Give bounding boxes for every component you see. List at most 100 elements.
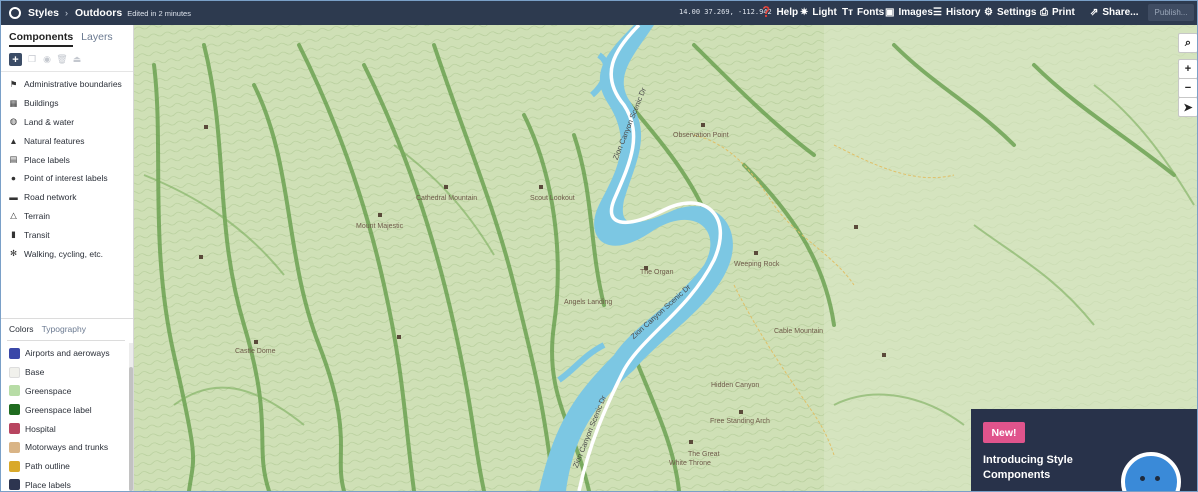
zoom-in-button[interactable]: +: [1178, 59, 1197, 79]
fonts-button[interactable]: Tт Fonts: [842, 7, 884, 18]
place-label-icon: ▤: [9, 154, 18, 165]
tab-typography[interactable]: Typography: [42, 324, 86, 334]
sidebar: Components Layers + ❐ ◉ 🗑 ⏏ ⚑ Administra…: [1, 25, 134, 491]
zoom-out-button[interactable]: −: [1178, 78, 1197, 98]
map-label[interactable]: Observation Point: [673, 132, 729, 139]
map-label[interactable]: The Great: [688, 451, 720, 458]
mascot-eye: [1140, 476, 1145, 481]
search-icon: ⌕: [1184, 36, 1192, 49]
settings-button[interactable]: ⚙ Settings: [984, 7, 1036, 18]
question-circle-icon: ❓: [760, 7, 773, 18]
color-swatch[interactable]: [9, 441, 20, 453]
color-swatch[interactable]: [9, 460, 20, 472]
printer-icon: ⎙: [1040, 7, 1048, 18]
color-item[interactable]: Greenspace: [1, 382, 129, 401]
color-label: Path outline: [25, 461, 70, 472]
help-button[interactable]: ❓ Help: [760, 7, 798, 18]
color-swatch[interactable]: [9, 347, 20, 359]
visibility-icon[interactable]: ◉: [42, 54, 52, 65]
settings-label: Settings: [996, 7, 1037, 18]
coordinate-readout: 14.00 37.269, -112.942: [679, 8, 772, 16]
add-component-button[interactable]: +: [9, 53, 22, 66]
globe-icon: ◍: [9, 116, 18, 127]
share-label: Share...: [1102, 7, 1139, 18]
component-item[interactable]: ▦ Buildings: [1, 94, 133, 113]
style-name[interactable]: Outdoors: [75, 7, 122, 19]
component-item[interactable]: △ Terrain: [1, 207, 133, 226]
component-label: Terrain: [24, 210, 50, 221]
app-logo-icon[interactable]: [9, 7, 21, 19]
map-label[interactable]: Cathedral Mountain: [416, 195, 477, 202]
breadcrumb-separator: ›: [64, 8, 68, 18]
color-swatch[interactable]: [9, 479, 20, 491]
color-item[interactable]: Motorways and trunks: [1, 438, 129, 457]
promo-card[interactable]: New! Introducing Style Components: [971, 409, 1197, 491]
color-swatch[interactable]: [9, 404, 20, 416]
component-item[interactable]: ✻ Walking, cycling, etc.: [1, 244, 133, 263]
color-label: Greenspace label: [25, 404, 92, 415]
print-label: Print: [1052, 7, 1075, 18]
breadcrumb-styles[interactable]: Styles: [28, 7, 59, 19]
minus-icon: −: [1184, 82, 1192, 94]
component-label: Administrative boundaries: [24, 79, 122, 90]
tab-components[interactable]: Components: [9, 31, 74, 47]
color-item[interactable]: Base: [1, 363, 129, 382]
color-item[interactable]: Airports and aeroways: [1, 344, 129, 363]
map-label[interactable]: White Throne: [669, 460, 711, 467]
delete-icon[interactable]: 🗑: [56, 54, 67, 65]
print-button[interactable]: ⎙ Print: [1040, 7, 1075, 18]
duplicate-icon[interactable]: ❐: [27, 54, 37, 65]
tab-layers[interactable]: Layers: [81, 31, 113, 47]
component-label: Transit: [24, 229, 50, 240]
light-button[interactable]: ✷ Light: [800, 7, 837, 18]
map-label[interactable]: Free Standing Arch: [710, 418, 770, 425]
map-label[interactable]: Weeping Rock: [734, 261, 779, 268]
images-label: Images: [898, 7, 933, 18]
history-button[interactable]: ☰ History: [933, 7, 980, 18]
component-item[interactable]: ▮ Transit: [1, 225, 133, 244]
share-button[interactable]: ⇗ Share...: [1090, 7, 1139, 18]
map-label[interactable]: Hidden Canyon: [711, 382, 759, 389]
compass-arrow-icon: ➤: [1183, 101, 1193, 114]
color-item[interactable]: Path outline: [1, 457, 129, 476]
component-item[interactable]: ▤ Place labels: [1, 150, 133, 169]
compass-button[interactable]: ➤: [1178, 97, 1197, 117]
component-label: Land & water: [24, 116, 75, 127]
map-label[interactable]: Angels Landing: [564, 299, 612, 306]
map-search-button[interactable]: ⌕: [1178, 33, 1197, 53]
component-item[interactable]: ▬ Road network: [1, 188, 133, 207]
map-label[interactable]: Scout Lookout: [530, 195, 575, 202]
divider: [1, 318, 133, 319]
color-item[interactable]: Greenspace label: [1, 400, 129, 419]
gear-icon: ⚙: [984, 7, 993, 18]
map-label[interactable]: Cable Mountain: [774, 328, 823, 335]
color-swatch[interactable]: [9, 366, 20, 378]
map-label[interactable]: Mount Majestic: [356, 223, 403, 230]
walker-icon: ✻: [9, 248, 18, 259]
history-label: History: [945, 7, 981, 18]
eject-icon[interactable]: ⏏: [72, 54, 82, 65]
scrollbar-thumb[interactable]: [129, 367, 133, 491]
font-icon: Tт: [842, 7, 854, 18]
component-item[interactable]: ● Point of interest labels: [1, 169, 133, 188]
publish-button[interactable]: Publish...: [1148, 4, 1194, 21]
color-swatch[interactable]: [9, 423, 20, 435]
component-list: ⚑ Administrative boundaries ▦ Buildings …: [1, 75, 133, 263]
component-item[interactable]: ◍ Land & water: [1, 113, 133, 132]
app-window: Styles › Outdoors Edited in 2 minutes 14…: [0, 0, 1198, 492]
promo-title: Introducing Style Components: [983, 454, 1073, 481]
component-label: Point of interest labels: [24, 173, 108, 184]
tab-colors[interactable]: Colors: [9, 324, 34, 334]
divider: [7, 340, 125, 341]
color-item[interactable]: Hospital: [1, 419, 129, 438]
mascot-eye: [1155, 476, 1160, 481]
sidebar-tabs: Components Layers: [1, 25, 133, 47]
component-item[interactable]: ▲ Natural features: [1, 131, 133, 150]
map-label[interactable]: Castle Dome: [235, 348, 275, 355]
component-item[interactable]: ⚑ Administrative boundaries: [1, 75, 133, 94]
map-label[interactable]: The Organ: [640, 269, 673, 276]
color-swatch[interactable]: [9, 385, 20, 397]
images-button[interactable]: ▣ Images: [885, 7, 933, 18]
share-icon: ⇗: [1090, 7, 1099, 18]
color-item[interactable]: Place labels: [1, 476, 129, 491]
